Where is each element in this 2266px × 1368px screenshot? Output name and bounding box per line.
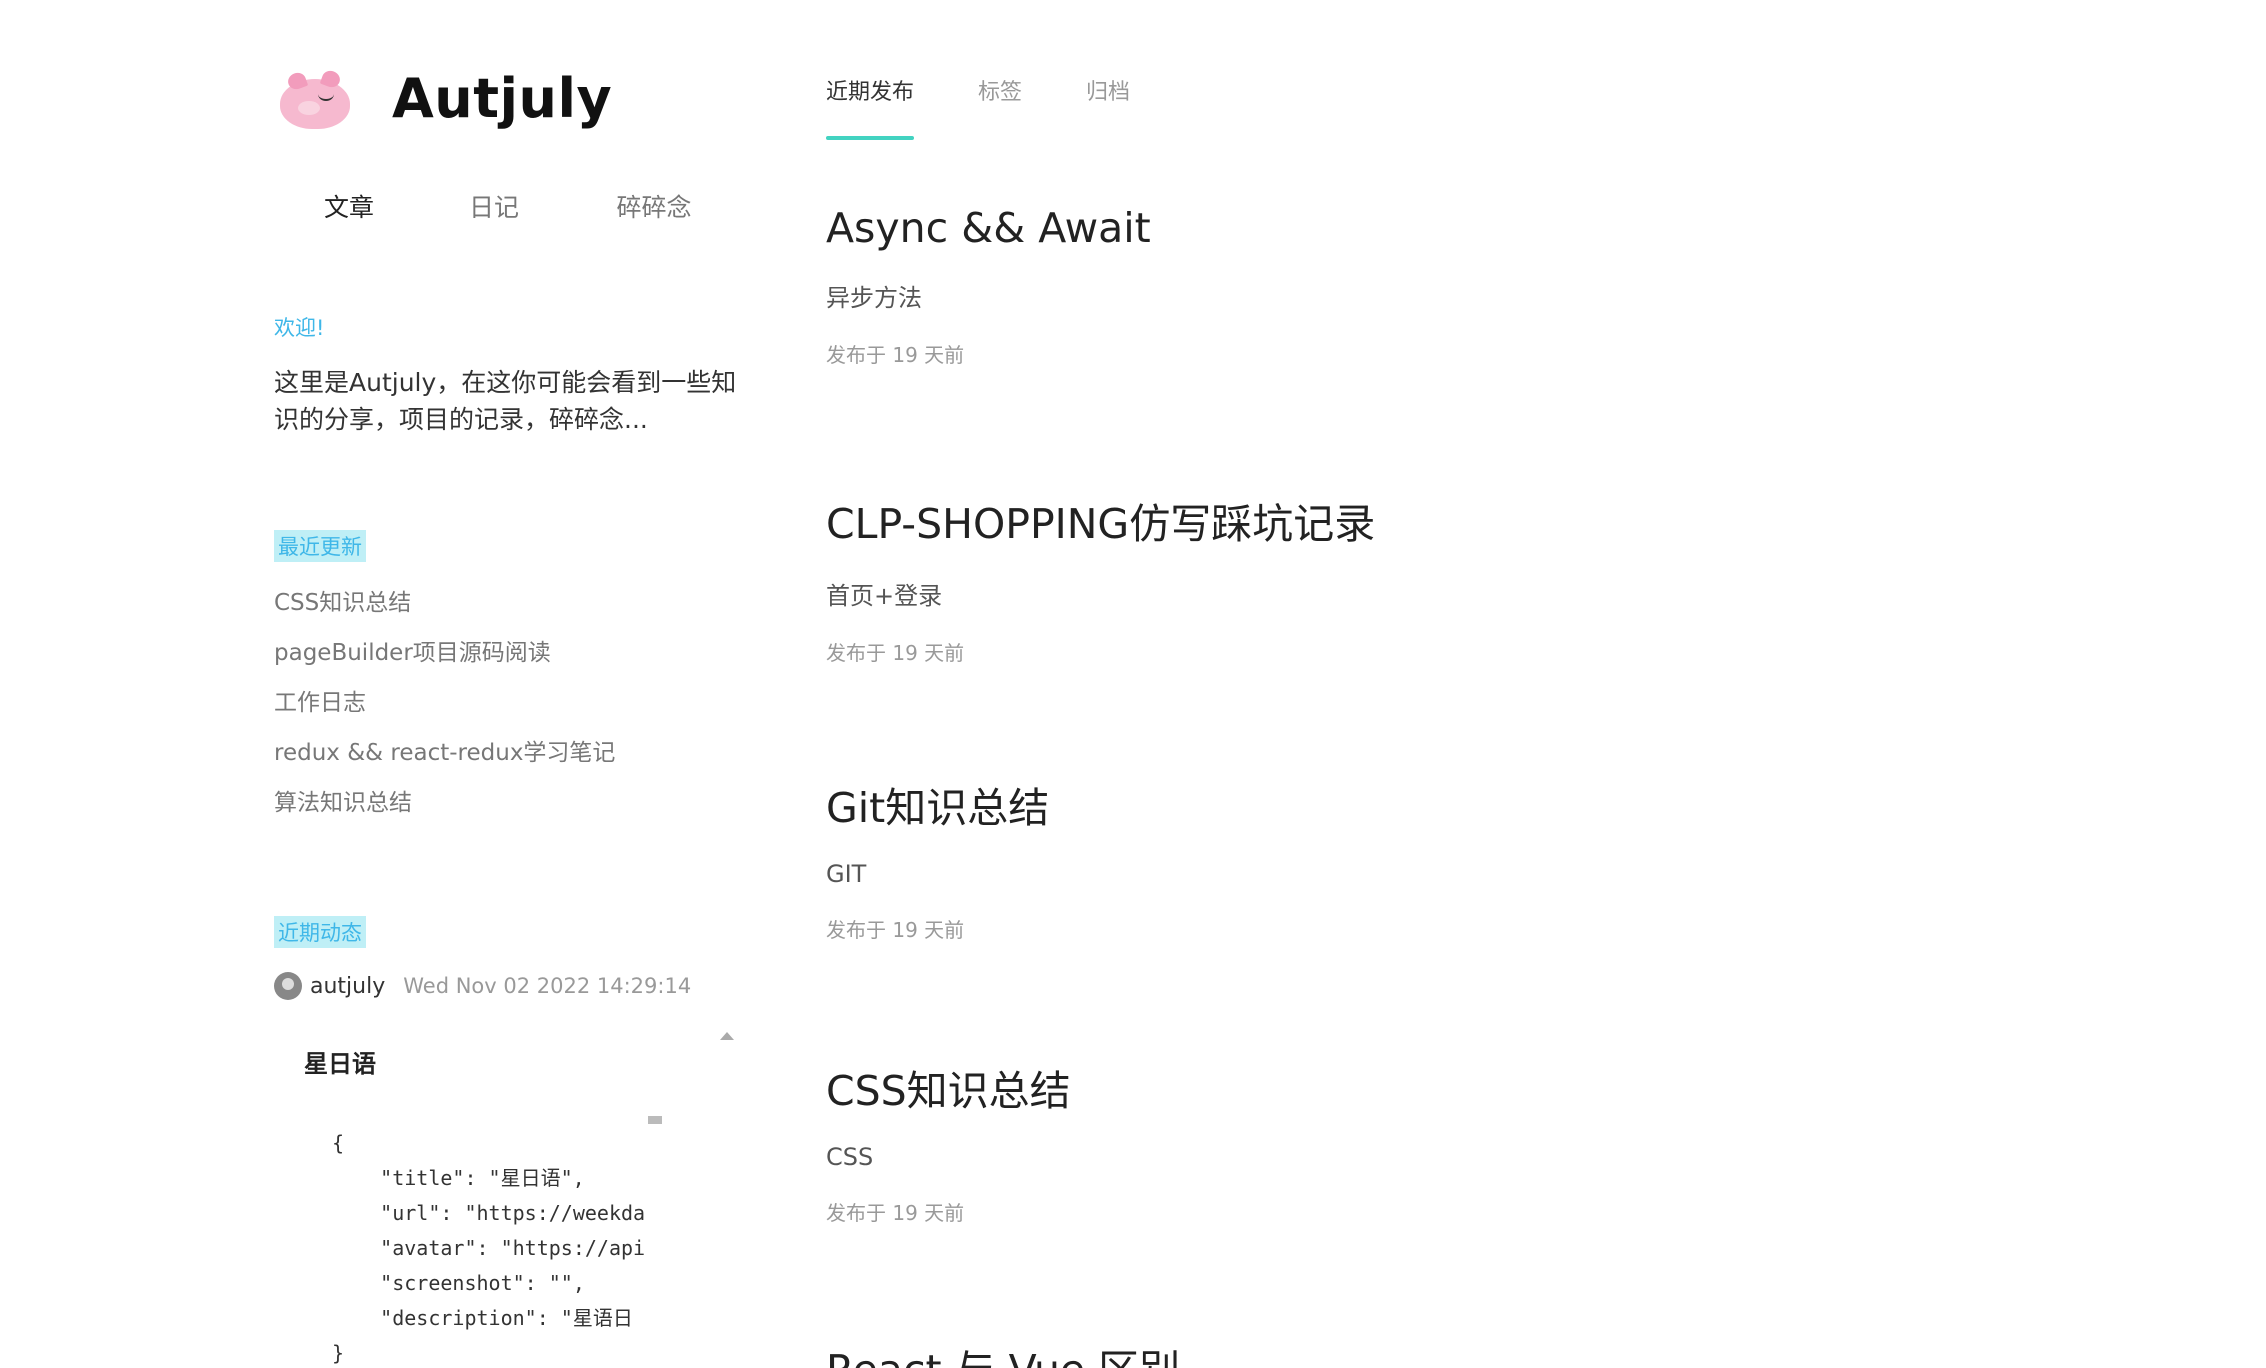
welcome-label: 欢迎! bbox=[274, 316, 325, 340]
recent-update-item[interactable]: redux && react-redux学习笔记 bbox=[274, 728, 744, 778]
tab-bar: 近期发布 标签 归档 bbox=[826, 74, 1194, 140]
sidebar: Autjuly 文章 日记 碎碎念 欢迎! 这里是Autjuly，在这你可能会看… bbox=[274, 0, 744, 1368]
post-item: Git知识总结 GIT 发布于 19 天前 bbox=[826, 774, 2026, 943]
post-title[interactable]: React 与 Vue 区别 bbox=[826, 1336, 2026, 1368]
post-time: 发布于 19 天前 bbox=[826, 918, 965, 942]
recent-updates: 最近更新 CSS知识总结 pageBuilder项目源码阅读 工作日志 redu… bbox=[274, 530, 744, 828]
post-subtitle: 异步方法 bbox=[826, 284, 922, 312]
activity-date: Wed Nov 02 2022 14:29:14 bbox=[403, 974, 692, 998]
recent-update-item[interactable]: 算法知识总结 bbox=[274, 778, 744, 828]
nav-item-diary[interactable]: 日记 bbox=[424, 180, 564, 232]
post-title[interactable]: Git知识总结 bbox=[826, 774, 2026, 834]
tab-tags[interactable]: 标签 bbox=[978, 74, 1022, 140]
recent-activity: 近期动态 autjuly Wed Nov 02 2022 14:29:14 星日… bbox=[274, 916, 744, 1365]
recent-updates-label: 最近更新 bbox=[274, 530, 366, 562]
tab-archive[interactable]: 归档 bbox=[1086, 74, 1130, 140]
avatar[interactable] bbox=[274, 972, 302, 1000]
repo-name[interactable]: 星日语 bbox=[304, 1044, 376, 1079]
brand[interactable]: Autjuly bbox=[274, 58, 612, 138]
page: Autjuly 文章 日记 碎碎念 欢迎! 这里是Autjuly，在这你可能会看… bbox=[0, 0, 2266, 1368]
post-subtitle: GIT bbox=[826, 860, 867, 888]
activity-meta: autjuly Wed Nov 02 2022 14:29:14 bbox=[274, 972, 744, 1000]
scroll-indicator[interactable] bbox=[648, 1116, 662, 1124]
post-title[interactable]: CSS知识总结 bbox=[826, 1057, 2026, 1117]
main-content: 近期发布 标签 归档 Async && Await 异步方法 发布于 19 天前… bbox=[826, 0, 2126, 1368]
pig-logo-icon[interactable] bbox=[274, 61, 358, 135]
post-time: 发布于 19 天前 bbox=[826, 343, 965, 367]
recent-activity-label: 近期动态 bbox=[274, 916, 366, 948]
activity-user[interactable]: autjuly bbox=[310, 974, 385, 999]
site-title[interactable]: Autjuly bbox=[392, 67, 612, 130]
caret-up-icon[interactable] bbox=[720, 1032, 734, 1040]
recent-update-item[interactable]: 工作日志 bbox=[274, 678, 744, 728]
recent-updates-list: CSS知识总结 pageBuilder项目源码阅读 工作日志 redux && … bbox=[274, 578, 744, 828]
nav-item-articles[interactable]: 文章 bbox=[274, 180, 424, 232]
nav-item-murmurs[interactable]: 碎碎念 bbox=[564, 180, 744, 232]
welcome-section: 欢迎! 这里是Autjuly，在这你可能会看到一些知识的分享，项目的记录，碎碎念… bbox=[274, 312, 744, 438]
post-item: Async && Await 异步方法 发布于 19 天前 bbox=[826, 204, 2026, 368]
post-time: 发布于 19 天前 bbox=[826, 641, 965, 665]
post-subtitle: CSS bbox=[826, 1143, 874, 1171]
tab-recent[interactable]: 近期发布 bbox=[826, 74, 915, 140]
post-subtitle: 首页+登录 bbox=[826, 582, 943, 610]
post-title[interactable]: Async && Await bbox=[826, 204, 2026, 252]
category-nav: 文章 日记 碎碎念 bbox=[274, 180, 744, 232]
recent-update-item[interactable]: pageBuilder项目源码阅读 bbox=[274, 628, 744, 678]
post-title[interactable]: CLP-SHOPPING仿写踩坑记录 bbox=[826, 490, 2026, 550]
post-item: CSS知识总结 CSS 发布于 19 天前 bbox=[826, 1057, 2026, 1226]
post-item: React 与 Vue 区别 bbox=[826, 1336, 2026, 1368]
welcome-description: 这里是Autjuly，在这你可能会看到一些知识的分享，项目的记录，碎碎念... bbox=[274, 368, 737, 434]
post-time: 发布于 19 天前 bbox=[826, 1201, 965, 1225]
repo-card: 星日语 { "title": "星日语", "url": "https://we… bbox=[274, 1028, 744, 1368]
post-item: CLP-SHOPPING仿写踩坑记录 首页+登录 发布于 19 天前 bbox=[826, 490, 2026, 666]
recent-update-item[interactable]: CSS知识总结 bbox=[274, 578, 744, 628]
